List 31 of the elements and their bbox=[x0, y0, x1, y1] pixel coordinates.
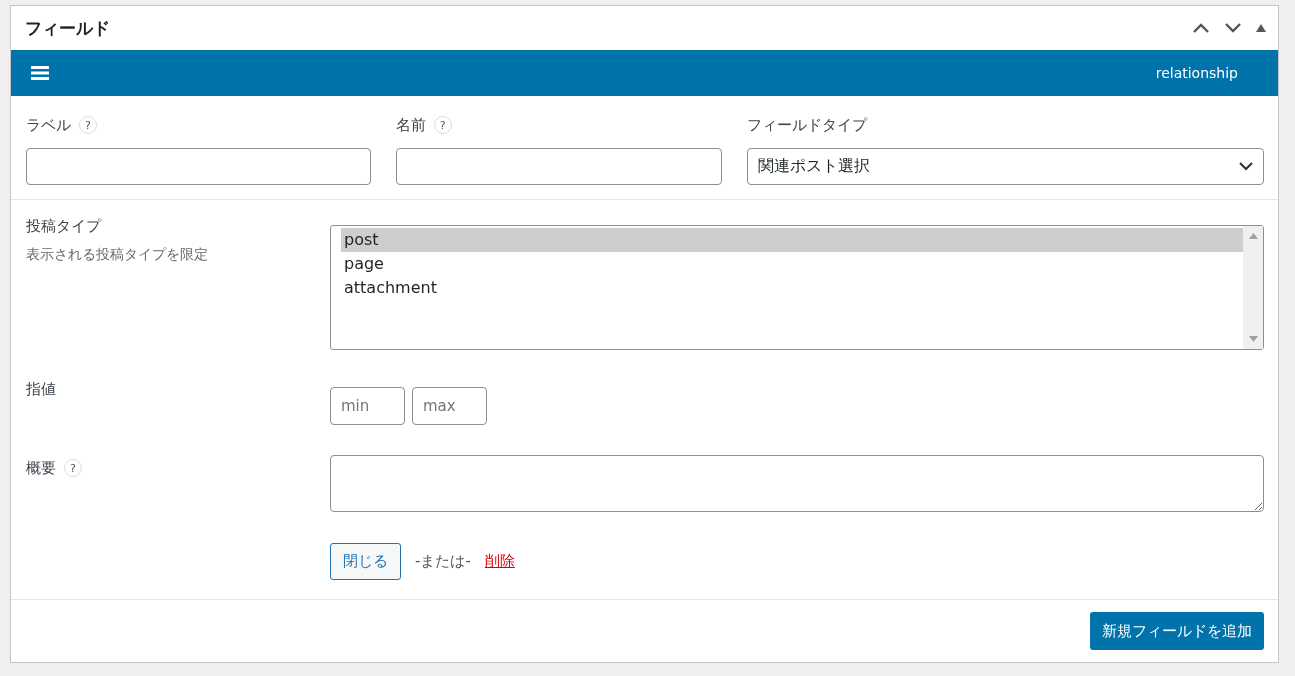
post-type-label: 投稿タイプ bbox=[26, 217, 103, 236]
limit-label: 指値 bbox=[26, 380, 57, 399]
summary-text-area[interactable] bbox=[330, 455, 1264, 512]
field-type-text: relationship bbox=[1155, 65, 1238, 81]
chevron-up-icon[interactable] bbox=[1192, 22, 1210, 34]
add-field-button[interactable]: 新規フィールドを追加 bbox=[1090, 612, 1264, 650]
menu-icon[interactable] bbox=[31, 66, 49, 80]
panel-title: フィールド bbox=[25, 16, 110, 40]
delete-link[interactable]: 削除 bbox=[484, 552, 515, 571]
collapse-triangle-icon[interactable] bbox=[1256, 24, 1266, 32]
scroll-down-icon[interactable] bbox=[1248, 336, 1258, 342]
chevron-down-icon[interactable] bbox=[1224, 22, 1242, 34]
field-label: 名前 bbox=[395, 115, 426, 135]
close-button[interactable]: 閉じる bbox=[330, 543, 401, 580]
post-type-listbox[interactable]: post page attachment bbox=[330, 225, 1264, 350]
scrollbar[interactable] bbox=[1243, 226, 1263, 349]
max-input-field[interactable]: max bbox=[412, 387, 487, 425]
field-type-select[interactable]: 関連ポスト選択 bbox=[747, 148, 1264, 185]
post-type-description: 表示される投稿タイプを限定 bbox=[26, 246, 209, 264]
field-label: ラベル bbox=[26, 115, 71, 135]
label-input-field[interactable] bbox=[26, 148, 371, 185]
min-input-field[interactable]: min bbox=[330, 387, 405, 425]
listbox-option[interactable]: attachment bbox=[341, 276, 1243, 300]
chevron-down-icon bbox=[1239, 162, 1253, 171]
field-label: フィールドタイプ bbox=[747, 115, 868, 135]
name-input-field[interactable] bbox=[395, 148, 723, 185]
summary-label: 概要 bbox=[26, 458, 56, 478]
listbox-option[interactable]: post bbox=[341, 228, 1243, 252]
listbox-option[interactable]: page bbox=[341, 252, 1243, 276]
scroll-up-icon[interactable] bbox=[1248, 233, 1258, 239]
or-text: -または- bbox=[415, 552, 471, 571]
